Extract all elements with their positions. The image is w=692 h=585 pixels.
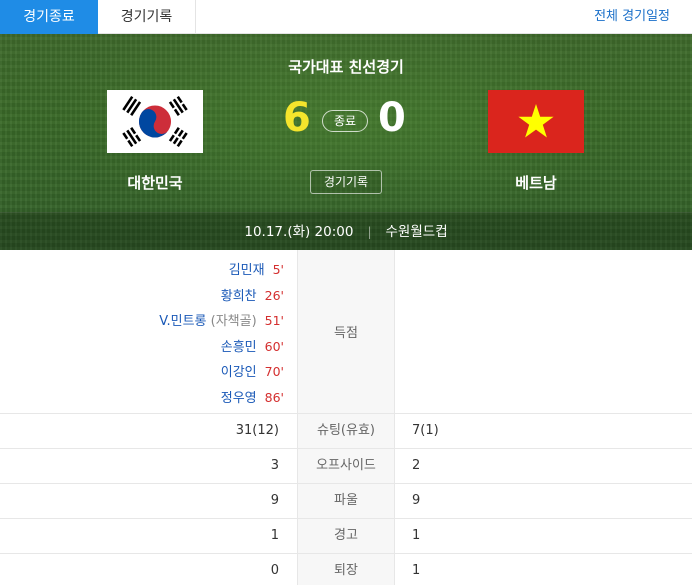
stat-label: 슈팅(유효) (297, 414, 395, 448)
away-stat-value: 1 (412, 563, 421, 578)
away-stat-value: 2 (412, 458, 421, 473)
scorer-item: 손흥민 60' (159, 337, 284, 363)
goal-minute: 70' (264, 364, 284, 379)
scorer-name[interactable]: 손흥민 (221, 340, 257, 355)
goal-minute: 26' (264, 287, 284, 303)
stat-label: 퇴장 (297, 554, 395, 585)
stadium-name: 수원월드컵 (385, 224, 448, 240)
goals-label-cell: 득점 (297, 250, 395, 413)
scorer-name[interactable]: 김민재 (229, 263, 265, 278)
goals-row: 김민재 5' 황희찬 26' V.민트롱 (자책골) 51' 손흥민 60' 이강인 70… (0, 250, 692, 414)
home-stat-value: 0 (270, 563, 279, 578)
stat-label: 파울 (297, 484, 395, 518)
away-stat-value: 9 (412, 493, 421, 508)
match-title: 국가대표 친선경기 (288, 58, 404, 76)
home-stat-value: 1 (270, 528, 279, 543)
status-badge: 종료 (322, 110, 368, 132)
match-record-button[interactable]: 경기기록 (310, 170, 382, 194)
home-score: 6 (283, 95, 311, 141)
scorer-item: 정우영 86' (159, 388, 284, 414)
home-team-name: 대한민국 (127, 174, 183, 192)
info-separator: | (367, 225, 372, 239)
all-schedule-link[interactable]: 전체 경기일정 (594, 0, 670, 34)
tab-bar: 경기종료 경기기록 전체 경기일정 (0, 0, 692, 34)
scorer-item: V.민트롱 (자책골) 51' (159, 311, 284, 337)
stat-row-shots: 31(12) 슈팅(유효) 7(1) (0, 414, 692, 449)
scorer-name[interactable]: 이강인 (221, 365, 257, 380)
own-goal-note: (자책골) (206, 314, 257, 329)
goal-minute: 51' (264, 313, 284, 328)
home-stat-value: 31(12) (235, 423, 279, 438)
scorer-item: 이강인 70' (159, 362, 284, 388)
tab-match-record[interactable]: 경기기록 (98, 0, 196, 34)
home-scorer-list: 김민재 5' 황희찬 26' V.민트롱 (자책골) 51' 손흥민 60' 이강인 70… (159, 260, 284, 413)
match-date-time: 10.17.(화) 20:00 (244, 224, 354, 240)
stat-row-fouls: 9 파울 9 (0, 484, 692, 519)
away-team-name: 베트남 (515, 174, 557, 192)
goal-minute: 60' (264, 338, 284, 354)
match-stats-table: 김민재 5' 황희찬 26' V.민트롱 (자책골) 51' 손흥민 60' 이강인 70… (0, 250, 692, 585)
korea-flag-icon (107, 90, 203, 153)
stat-label: 오프사이드 (297, 449, 395, 483)
scorer-item: 김민재 5' (159, 260, 284, 286)
scorer-item: 황희찬 26' (159, 286, 284, 312)
scorer-name[interactable]: 정우영 (221, 391, 257, 406)
stat-row-red-cards: 0 퇴장 1 (0, 554, 692, 585)
vietnam-flag-icon (488, 90, 584, 153)
match-banner: 국가대표 친선경기 6 종료 0 대한민국 경기기록 베트남 10.17.(화)… (0, 34, 692, 250)
goal-minute: 5' (272, 262, 284, 277)
match-info-bar: 10.17.(화) 20:00 | 수원월드컵 (0, 212, 692, 250)
goal-minute: 86' (264, 389, 284, 405)
away-stat-value: 1 (412, 528, 421, 543)
tab-match-end[interactable]: 경기종료 (0, 0, 98, 34)
scorer-name[interactable]: 황희찬 (221, 289, 257, 304)
stat-row-offside: 3 오프사이드 2 (0, 449, 692, 484)
home-stat-value: 3 (270, 458, 279, 473)
stat-row-yellow-cards: 1 경고 1 (0, 519, 692, 554)
away-score: 0 (378, 95, 406, 141)
scorer-name[interactable]: V.민트롱 (159, 314, 206, 329)
goals-label: 득점 (334, 326, 358, 341)
stat-label: 경고 (297, 519, 395, 553)
home-stat-value: 9 (270, 493, 279, 508)
away-stat-value: 7(1) (412, 423, 439, 438)
